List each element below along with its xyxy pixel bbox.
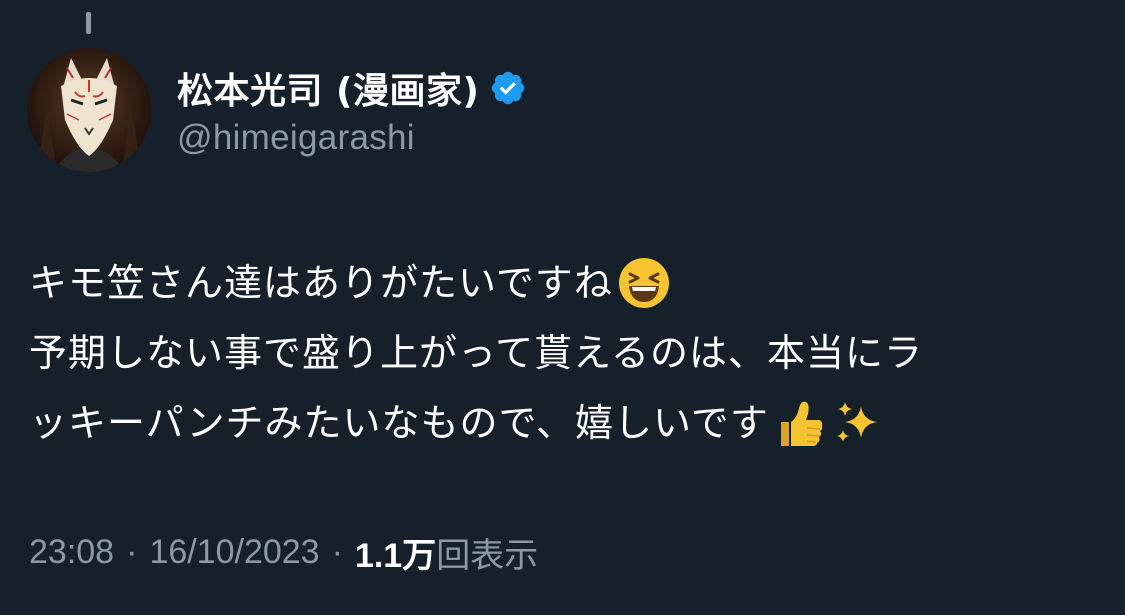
thread-connector-line — [86, 12, 91, 34]
views-count[interactable]: 1.1万 — [355, 528, 436, 577]
tweet-line-text: ッキーパンチみたいなもので、嬉しいです — [29, 401, 769, 445]
views-label: 回表示 — [436, 537, 539, 575]
author-info: 松本光司 (漫画家) @himeigarashi — [177, 62, 527, 158]
meta-separator: · — [126, 533, 138, 571]
thumbs-up-emoji-icon — [773, 396, 827, 450]
tweet-text: キモ笠さん達はありがたいですね 予期しない事で盛り上がって貰えるのは、本当にラ … — [29, 248, 1099, 458]
meta-separator: · — [331, 533, 343, 571]
tweet-detail: 松本光司 (漫画家) @himeigarashi キモ笠さん達はありがたいですね — [0, 0, 1125, 615]
tweet-line-1: キモ笠さん達はありがたいですね — [29, 248, 1099, 318]
grinning-squinting-face-emoji-icon — [617, 256, 671, 310]
tweet-line-text: 予期しない事で盛り上がって貰えるのは、本当にラ — [29, 331, 923, 375]
name-row: 松本光司 (漫画家) — [177, 62, 527, 114]
verified-badge-icon[interactable] — [489, 69, 527, 107]
tweet-date[interactable]: 16/10/2023 — [149, 533, 319, 572]
fox-mask-avatar-icon — [27, 48, 151, 172]
sparkles-emoji-icon — [831, 396, 885, 450]
tweet-meta: 23:08 · 16/10/2023 · 1.1万 回表示 — [29, 528, 538, 577]
avatar[interactable] — [27, 48, 151, 172]
tweet-line-3: ッキーパンチみたいなもので、嬉しいです — [29, 388, 1099, 458]
tweet-line-2: 予期しない事で盛り上がって貰えるのは、本当にラ — [29, 318, 1099, 388]
user-handle[interactable]: @himeigarashi — [177, 118, 527, 158]
tweet-time[interactable]: 23:08 — [29, 533, 114, 572]
tweet-line-text: キモ笠さん達はありがたいですね — [29, 261, 613, 305]
display-name[interactable]: 松本光司 (漫画家) — [177, 62, 479, 114]
